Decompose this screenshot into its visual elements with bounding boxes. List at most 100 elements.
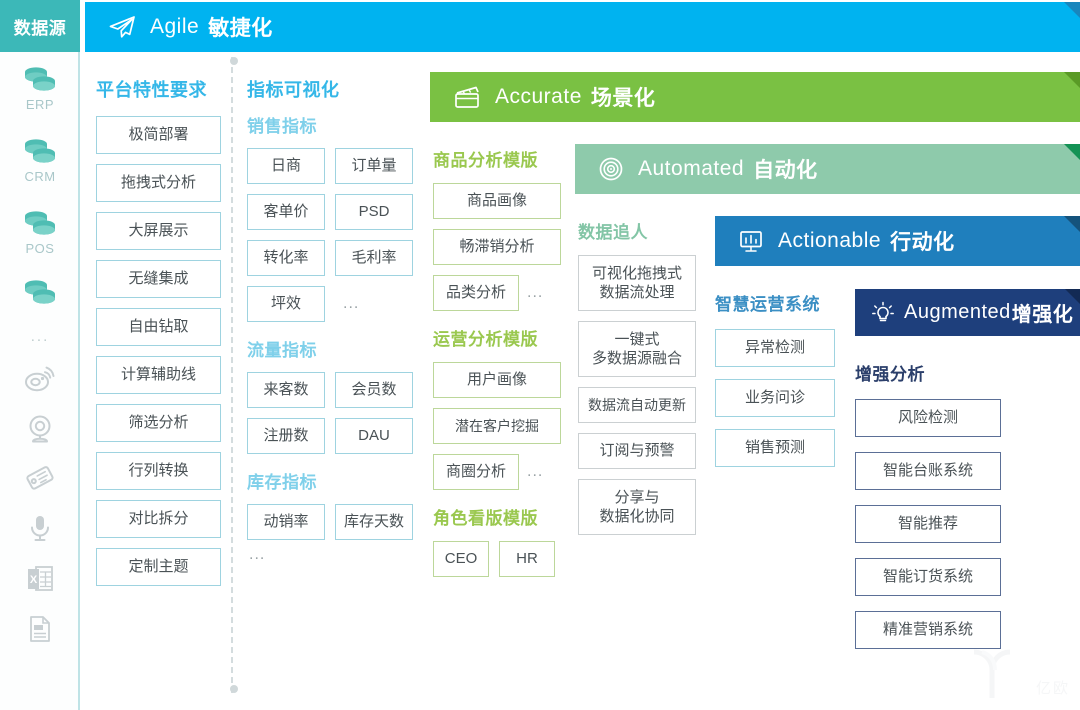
templates-group-title-operations: 运营分析模版 [433, 330, 538, 349]
sidebar-item-erp[interactable]: ERP [0, 52, 80, 124]
webcam-icon [24, 414, 56, 444]
banner-automated[interactable]: Automated 自动化 [575, 144, 1080, 194]
chip-data-flow-4[interactable]: 分享与 数据化协同 [578, 479, 696, 535]
chip-metric-sales-3[interactable]: PSD [335, 194, 413, 230]
svg-text:X: X [30, 574, 38, 586]
banner-automated-cn: 自动化 [753, 159, 818, 182]
chip-label: 智能推荐 [897, 515, 958, 533]
sidebar-item-document-file[interactable] [0, 604, 80, 654]
chip-platform-5[interactable]: 计算辅助线 [96, 356, 221, 394]
chip-metric-sales-5[interactable]: 毛利率 [335, 240, 413, 276]
chip-data-flow-0[interactable]: 可视化拖拽式 数据流处理 [578, 255, 696, 311]
chip-label: 商圈分析 [445, 463, 506, 481]
chip-data-flow-3[interactable]: 订阅与预警 [578, 433, 696, 469]
banner-accurate[interactable]: Accurate 场景化 [430, 72, 1080, 122]
chip-platform-0[interactable]: 极简部署 [96, 116, 221, 154]
banner-automated-en: Automated [638, 157, 745, 180]
chip-label: 日商 [270, 157, 301, 175]
ribbon-fold [1064, 144, 1080, 160]
chip-augmented-1[interactable]: 智能台账系统 [855, 452, 1001, 490]
banner-augmented[interactable]: Augmented 增强化 [855, 289, 1080, 336]
chip-augmented-3[interactable]: 智能订货系统 [855, 558, 1001, 596]
chip-metric-inventory-0[interactable]: 动销率 [247, 504, 325, 540]
chip-platform-8[interactable]: 对比拆分 [96, 500, 221, 538]
chip-metric-sales-2[interactable]: 客单价 [247, 194, 325, 230]
chip-platform-7[interactable]: 行列转换 [96, 452, 221, 490]
chip-template-product-2[interactable]: 品类分析 [433, 275, 519, 311]
database-icon [23, 209, 57, 239]
chip-platform-4[interactable]: 自由钻取 [96, 308, 221, 346]
chip-template-product-0[interactable]: 商品画像 [433, 183, 561, 219]
column-smart-ops-title: 智慧运营系统 [715, 295, 820, 314]
sidebar-item-database-4[interactable] [0, 268, 80, 318]
chip-template-role-1[interactable]: HR [499, 541, 555, 577]
chip-label: 库存天数 [343, 513, 404, 531]
chip-template-operations-1[interactable]: 潜在客户挖掘 [433, 408, 561, 444]
sidebar-item-webcam[interactable] [0, 404, 80, 454]
database-icon [23, 65, 57, 95]
chip-label: 商品画像 [466, 192, 527, 210]
chip-template-role-0[interactable]: CEO [433, 541, 489, 577]
chip-metric-sales-4[interactable]: 转化率 [247, 240, 325, 276]
chip-metric-inventory-1[interactable]: 库存天数 [335, 504, 413, 540]
chip-label: 订单量 [351, 157, 397, 175]
metrics-row: 客单价 PSD [247, 194, 419, 230]
sidebar-header-label: 数据源 [13, 18, 67, 38]
sidebar-item-tag[interactable] [0, 454, 80, 504]
metrics-group-title-traffic: 流量指标 [247, 341, 317, 360]
chip-metric-traffic-2[interactable]: 注册数 [247, 418, 325, 454]
ellipsis-icon: ... [527, 463, 544, 480]
chip-metric-traffic-3[interactable]: DAU [335, 418, 413, 454]
chip-data-flow-2[interactable]: 数据流自动更新 [578, 387, 696, 423]
chip-metric-sales-1[interactable]: 订单量 [335, 148, 413, 184]
chip-label-line2: 多数据源融合 [591, 350, 682, 367]
chip-template-operations-2[interactable]: 商圈分析 [433, 454, 519, 490]
banner-actionable[interactable]: Actionable 行动化 [715, 216, 1080, 266]
chip-label: 毛利率 [351, 249, 397, 267]
chip-label-line2: 数据流处理 [599, 284, 675, 301]
chip-augmented-2[interactable]: 智能推荐 [855, 505, 1001, 543]
banner-actionable-cn: 行动化 [890, 231, 955, 254]
ribbon-fold [1065, 289, 1080, 304]
chip-platform-9[interactable]: 定制主题 [96, 548, 221, 586]
database-icon [23, 137, 57, 167]
chip-label: 潜在客户挖掘 [455, 417, 539, 434]
chip-label: 拖拽式分析 [120, 174, 196, 192]
banner-actionable-en: Actionable [778, 229, 882, 252]
chip-label: 品类分析 [445, 284, 506, 302]
ribbon-fold [1064, 216, 1080, 232]
sidebar-item-microphone[interactable] [0, 504, 80, 554]
chip-metric-sales-6[interactable]: 坪效 [247, 286, 325, 322]
chip-metric-traffic-1[interactable]: 会员数 [335, 372, 413, 408]
chip-smart-ops-2[interactable]: 销售预测 [715, 429, 835, 467]
excel-file-icon: X [25, 564, 55, 594]
chip-template-product-1[interactable]: 畅滞销分析 [433, 229, 561, 265]
chip-template-operations-0[interactable]: 用户画像 [433, 362, 561, 398]
chip-platform-3[interactable]: 无缝集成 [96, 260, 221, 298]
chip-label: 会员数 [351, 381, 397, 399]
sidebar-item-excel-file[interactable]: X [0, 554, 80, 604]
chip-data-flow-1[interactable]: 一键式 多数据源融合 [578, 321, 696, 377]
ribbon-fold [1064, 2, 1080, 18]
sidebar-item-crm[interactable]: CRM [0, 124, 80, 196]
chip-metric-traffic-0[interactable]: 来客数 [247, 372, 325, 408]
clapperboard-icon [452, 84, 482, 110]
chip-label-line1: 一键式 [614, 330, 660, 348]
sidebar-item-pos[interactable]: POS [0, 196, 80, 268]
chip-platform-2[interactable]: 大屏展示 [96, 212, 221, 250]
chip-smart-ops-0[interactable]: 异常检测 [715, 329, 835, 367]
chip-smart-ops-1[interactable]: 业务问诊 [715, 379, 835, 417]
chip-label: 数据流自动更新 [588, 396, 686, 413]
chip-metric-sales-0[interactable]: 日商 [247, 148, 325, 184]
sidebar-item-label: ERP [25, 96, 55, 112]
sidebar-item-weibo[interactable] [0, 354, 80, 404]
chip-augmented-0[interactable]: 风险检测 [855, 399, 1001, 437]
chip-label: 坪效 [270, 295, 301, 313]
sidebar-item-label: POS [25, 240, 55, 256]
chip-platform-6[interactable]: 筛选分析 [96, 404, 221, 442]
ellipsis-icon: ... [343, 295, 360, 312]
sidebar-item-more: ... [0, 318, 80, 354]
banner-agile[interactable]: Agile 敏捷化 [85, 2, 1080, 52]
chip-platform-1[interactable]: 拖拽式分析 [96, 164, 221, 202]
metrics-row: 注册数 DAU [247, 418, 419, 454]
